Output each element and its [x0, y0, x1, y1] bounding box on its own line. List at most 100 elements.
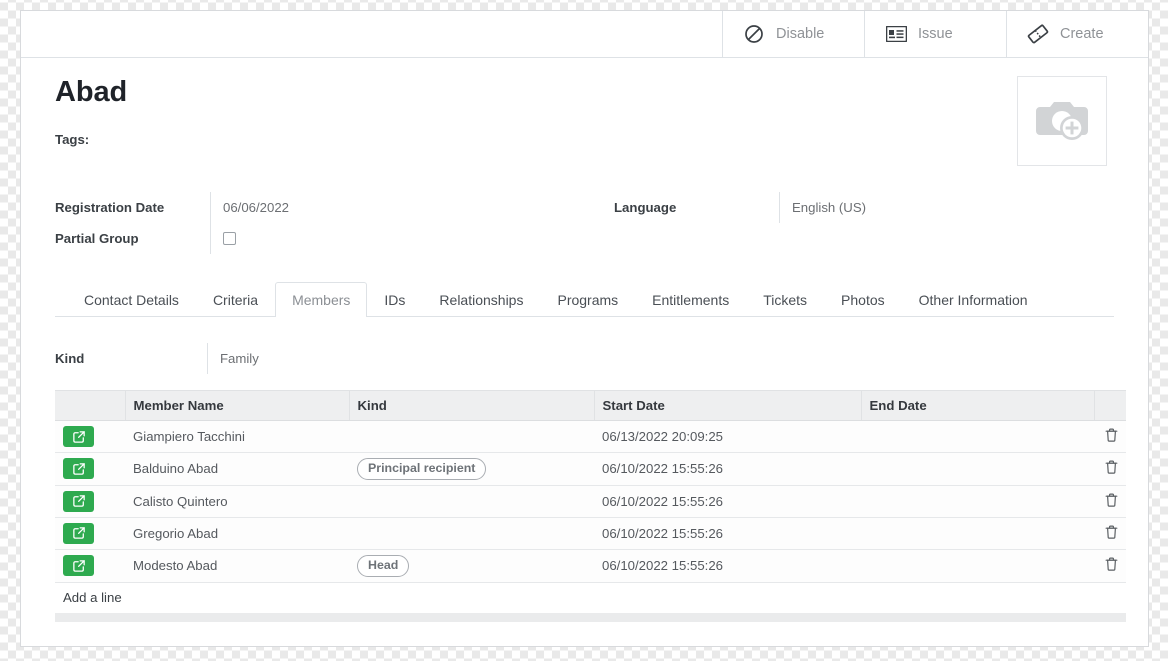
- group-kind-field: Kind Family: [55, 343, 1114, 374]
- cell-kind: [349, 485, 594, 517]
- cell-member-name: Giampiero Tacchini: [125, 421, 349, 453]
- partial-group-checkbox[interactable]: [223, 232, 236, 245]
- cell-start-date: 06/10/2022 15:55:26: [594, 517, 861, 549]
- col-kind: Kind: [349, 391, 594, 421]
- cell-end-date: [861, 485, 1094, 517]
- tags-label: Tags:: [55, 132, 1017, 147]
- disable-icon: [743, 23, 765, 45]
- external-link-icon[interactable]: [63, 426, 94, 447]
- status-badge: Principal recipient: [357, 458, 486, 480]
- members-table-head: Member Name Kind Start Date End Date: [55, 391, 1126, 421]
- disable-button[interactable]: Disable: [722, 11, 864, 57]
- tab-programs[interactable]: Programs: [540, 282, 635, 317]
- tab-relationships[interactable]: Relationships: [422, 282, 540, 317]
- title-row: Abad Tags:: [55, 76, 1114, 166]
- table-row[interactable]: Modesto Abad Head 06/10/2022 15:55:26: [55, 549, 1126, 582]
- cell-end-date: [861, 517, 1094, 549]
- registration-date-label: Registration Date: [55, 192, 210, 223]
- members-table: Member Name Kind Start Date End Date: [55, 390, 1126, 583]
- table-row[interactable]: Calisto Quintero 06/10/2022 15:55:26: [55, 485, 1126, 517]
- trash-icon[interactable]: [1105, 525, 1118, 542]
- tab-criteria[interactable]: Criteria: [196, 282, 275, 317]
- notebook-tabs: Contact Details Criteria Members IDs Rel…: [55, 282, 1114, 317]
- cell-kind: Head: [349, 549, 594, 582]
- record-sheet: Abad Tags: Registration Date: [21, 58, 1148, 622]
- action-bar-spacer: [21, 11, 722, 57]
- col-delete: [1094, 391, 1126, 421]
- members-table-body: Giampiero Tacchini 06/13/2022 20:09:25: [55, 421, 1126, 583]
- id-card-icon: [885, 23, 907, 45]
- row-open-cell: [55, 485, 125, 517]
- create-button[interactable]: Create: [1006, 11, 1148, 57]
- partial-group-value[interactable]: [210, 223, 614, 254]
- trash-icon[interactable]: [1105, 460, 1118, 477]
- tab-tickets[interactable]: Tickets: [746, 282, 824, 317]
- row-delete-cell: [1094, 453, 1126, 486]
- cell-kind: [349, 517, 594, 549]
- photo-upload-placeholder[interactable]: [1017, 76, 1107, 166]
- table-row[interactable]: Gregorio Abad 06/10/2022 15:55:26: [55, 517, 1126, 549]
- header-fields: Registration Date 06/06/2022 Language En…: [55, 192, 1114, 254]
- cell-start-date: 06/10/2022 15:55:26: [594, 549, 861, 582]
- cell-end-date: [861, 453, 1094, 486]
- cell-kind: Principal recipient: [349, 453, 594, 486]
- header-field-filler-label: [614, 223, 779, 254]
- external-link-icon[interactable]: [63, 458, 94, 479]
- group-kind-label: Kind: [55, 343, 207, 374]
- disable-button-label: Disable: [776, 26, 824, 42]
- tab-members[interactable]: Members: [275, 282, 367, 317]
- issue-button-label: Issue: [918, 26, 953, 42]
- title-left-block: Abad Tags:: [55, 76, 1017, 147]
- language-label: Language: [614, 192, 779, 223]
- trash-icon[interactable]: [1105, 428, 1118, 445]
- record-action-bar: Disable Issue: [21, 11, 1148, 58]
- cell-end-date: [861, 549, 1094, 582]
- tab-contact-details[interactable]: Contact Details: [67, 282, 196, 317]
- cell-member-name: Calisto Quintero: [125, 485, 349, 517]
- registration-date-value[interactable]: 06/06/2022: [210, 192, 614, 223]
- cell-member-name: Gregorio Abad: [125, 517, 349, 549]
- col-end-date: End Date: [861, 391, 1094, 421]
- row-open-cell: [55, 421, 125, 453]
- camera-add-icon: [1034, 95, 1090, 148]
- tab-photos[interactable]: Photos: [824, 282, 902, 317]
- cell-member-name: Modesto Abad: [125, 549, 349, 582]
- trash-icon[interactable]: [1105, 493, 1118, 510]
- table-row[interactable]: Balduino Abad Principal recipient 06/10/…: [55, 453, 1126, 486]
- language-value[interactable]: English (US): [779, 192, 1114, 223]
- scrollbar-thumb[interactable]: [55, 613, 1126, 622]
- col-member-name: Member Name: [125, 391, 349, 421]
- row-open-cell: [55, 517, 125, 549]
- external-link-icon[interactable]: [63, 555, 94, 576]
- header-field-filler-value: [779, 223, 1114, 254]
- record-form-card: Disable Issue: [20, 10, 1149, 647]
- members-list-wrapper: Member Name Kind Start Date End Date: [55, 390, 1114, 622]
- status-badge: Head: [357, 555, 409, 577]
- row-open-cell: [55, 453, 125, 486]
- partial-group-label: Partial Group: [55, 223, 210, 254]
- add-a-line-button[interactable]: Add a line: [55, 583, 1126, 613]
- external-link-icon[interactable]: [63, 523, 94, 544]
- table-row[interactable]: Giampiero Tacchini 06/13/2022 20:09:25: [55, 421, 1126, 453]
- external-link-icon[interactable]: [63, 491, 94, 512]
- row-delete-cell: [1094, 485, 1126, 517]
- col-start-date: Start Date: [594, 391, 861, 421]
- group-kind-value[interactable]: Family: [207, 343, 1114, 374]
- create-button-label: Create: [1060, 26, 1104, 42]
- row-open-cell: [55, 549, 125, 582]
- cell-start-date: 06/13/2022 20:09:25: [594, 421, 861, 453]
- row-delete-cell: [1094, 517, 1126, 549]
- cell-kind: [349, 421, 594, 453]
- tab-entitlements[interactable]: Entitlements: [635, 282, 746, 317]
- cell-end-date: [861, 421, 1094, 453]
- trash-icon[interactable]: [1105, 557, 1118, 574]
- table-header-row: Member Name Kind Start Date End Date: [55, 391, 1126, 421]
- tab-ids[interactable]: IDs: [367, 282, 422, 317]
- members-table-horizontal-scrollbar[interactable]: [55, 613, 1126, 622]
- col-open: [55, 391, 125, 421]
- row-delete-cell: [1094, 421, 1126, 453]
- issue-button[interactable]: Issue: [864, 11, 1006, 57]
- cell-start-date: 06/10/2022 15:55:26: [594, 485, 861, 517]
- row-delete-cell: [1094, 549, 1126, 582]
- tab-other-information[interactable]: Other Information: [902, 282, 1045, 317]
